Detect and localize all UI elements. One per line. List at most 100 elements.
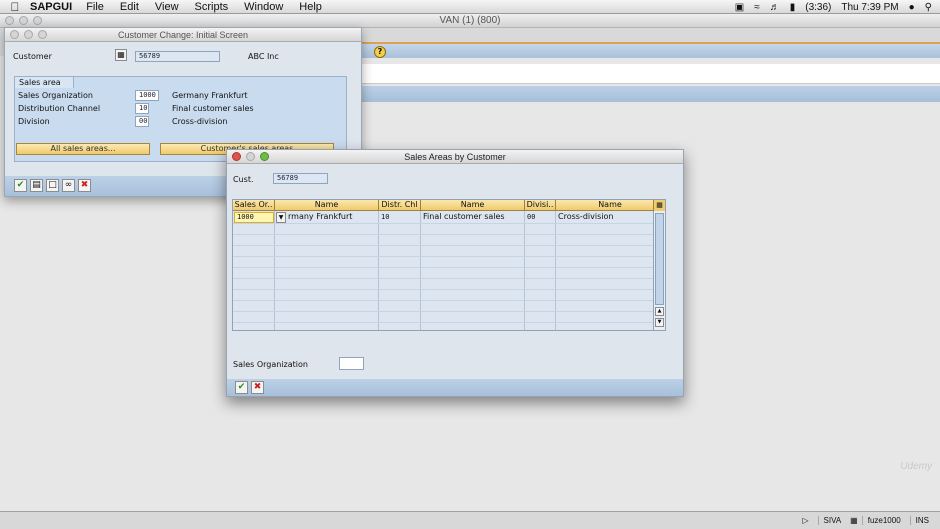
volume-icon[interactable]: ♬ [770,2,780,13]
distribution-channel-desc: Final customer sales [172,104,254,113]
scroll-down-icon[interactable]: ▼ [655,318,664,327]
customer-matchcode-icon[interactable]: ▦ [115,49,127,61]
zoom-window-button[interactable] [33,16,42,25]
cell-dropdown-icon[interactable]: ▼ [276,212,286,223]
grid-row-divider [233,322,665,323]
cust-field[interactable]: 56789 [273,173,328,184]
cancel-x-icon[interactable]: ✖ [78,179,91,192]
menu-scripts[interactable]: Scripts [195,1,229,13]
sales-org-desc: Germany Frankfurt [172,91,248,100]
wifi-icon[interactable]: ≈ [754,2,760,13]
status-user: SIVA [817,516,847,525]
grid-col-divider [274,211,275,330]
division-field[interactable]: 00 [135,116,149,127]
status-bar: ▷ SIVA ▦ fuze1000 INS [0,511,940,529]
help-icon[interactable]: ? [374,46,386,58]
apple-menu-icon[interactable]:  [0,0,30,14]
continue-check-icon[interactable]: ✔ [14,179,27,192]
menu-help[interactable]: Help [299,1,322,13]
sales-org-name-cell[interactable]: rmany Frankfurt [286,212,378,223]
grid-row-divider [233,245,665,246]
column-header-division-name[interactable]: Name [556,200,665,211]
sales-org-field[interactable]: 1000 [135,90,159,101]
screen-record-icon[interactable]: ▣ [735,2,744,13]
sales-areas-popup: Sales Areas by Customer Cust. 56789 Sale… [226,149,684,397]
all-sales-areas-button[interactable]: All sales areas... [16,143,150,155]
server-icon[interactable]: ▦ [850,516,858,525]
sales-areas-popup-title: Sales Areas by Customer [404,152,506,162]
grid-col-divider [420,211,421,330]
cust-label: Cust. [233,175,254,184]
table-vertical-scrollbar[interactable]: ▲ ▼ [653,211,665,330]
battery-icon[interactable]: ▮ [790,2,796,13]
close-window-button[interactable] [232,152,241,161]
minimize-window-button[interactable] [24,30,33,39]
sales-org-cell-selected[interactable]: 1000 [234,212,274,223]
division-name-cell[interactable]: Cross-division [556,212,652,223]
close-window-button[interactable] [5,16,14,25]
main-window-titlebar: VAN (1) (800) [0,14,940,28]
close-window-button[interactable] [10,30,19,39]
distribution-channel-label: Distribution Channel [18,104,101,113]
grid-row-divider [233,256,665,257]
udemy-watermark: Udemy [900,461,932,472]
customer-field[interactable]: 56789 [135,51,220,62]
zoom-window-button[interactable] [38,30,47,39]
minimize-window-button[interactable] [19,16,28,25]
menu-window[interactable]: Window [244,1,283,13]
status-expand-icon[interactable]: ▷ [797,516,813,525]
sales-org-filter-label: Sales Organization [233,360,308,369]
column-header-division[interactable]: Divisi.. [525,200,556,211]
create-icon[interactable]: ▤ [30,179,43,192]
grid-row-divider [233,278,665,279]
division-desc: Cross-division [172,117,228,126]
sales-areas-table: Sales Or.. Name Distr. Chl Name Divisi..… [232,199,666,331]
division-cell[interactable]: 00 [525,212,555,223]
column-header-distr-chl[interactable]: Distr. Chl [379,200,421,211]
sales-org-filter-field[interactable] [339,357,364,370]
column-header-sales-org[interactable]: Sales Or.. [233,200,275,211]
customer-change-title: Customer Change: Initial Screen [117,30,249,40]
menu-file[interactable]: File [86,1,104,13]
status-mode[interactable]: INS [909,516,934,525]
grid-col-divider [555,211,556,330]
grid-row-divider [233,311,665,312]
division-label: Division [18,117,50,126]
sales-areas-popup-titlebar: Sales Areas by Customer [227,150,683,164]
table-settings-icon[interactable]: ▦ [653,200,665,211]
grid-row-divider [233,289,665,290]
zoom-window-button[interactable] [260,152,269,161]
menu-edit[interactable]: Edit [120,1,139,13]
mac-menubar:  SAPGUI File Edit View Scripts Window H… [0,0,940,14]
main-title-band [362,42,940,58]
sales-org-label: Sales Organization [18,91,93,100]
grid-row-divider [233,267,665,268]
scrollbar-thumb[interactable] [655,213,664,305]
user-icon[interactable]: ● [909,2,915,13]
minimize-window-button[interactable] [246,152,255,161]
distribution-channel-field[interactable]: 10 [135,103,149,114]
distr-name-cell[interactable]: Final customer sales [421,212,524,223]
clock[interactable]: Thu 7:39 PM [841,2,898,13]
battery-time: (3:36) [805,1,832,13]
cancel-x-icon[interactable]: ✖ [251,381,264,394]
grid-row-divider [233,234,665,235]
customer-name: ABC Inc [248,52,279,61]
distr-chl-cell[interactable]: 10 [379,212,420,223]
sales-area-group-title: Sales area [15,77,74,88]
column-header-distr-name[interactable]: Name [421,200,525,211]
app-menu[interactable]: SAPGUI [30,1,72,13]
other-action-icon[interactable]: ∞ [62,179,75,192]
customer-label: Customer [13,52,52,61]
column-header-sales-org-name[interactable]: Name [275,200,379,211]
scroll-up-icon[interactable]: ▲ [655,307,664,316]
new-document-icon[interactable]: □ [46,179,59,192]
menu-view[interactable]: View [155,1,179,13]
spotlight-search-icon[interactable]: ⚲ [925,2,932,13]
confirm-check-icon[interactable]: ✔ [235,381,248,394]
customer-change-window-controls [10,30,47,39]
customer-change-titlebar: Customer Change: Initial Screen [5,28,361,42]
main-window-title: VAN (1) (800) [439,15,501,26]
main-application-toolbar [362,86,940,102]
popup-window-controls [232,152,269,161]
